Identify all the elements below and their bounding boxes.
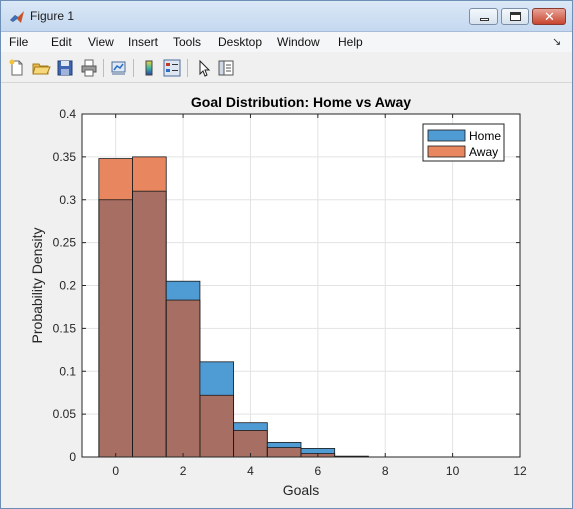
menu-window[interactable]: Window: [277, 35, 320, 49]
y-tick-label: 0.1: [59, 364, 76, 378]
title-bar[interactable]: Figure 1 ✕: [1, 1, 572, 32]
open-file-icon[interactable]: [31, 58, 51, 78]
x-tick-label: 4: [247, 464, 254, 478]
histogram-chart[interactable]: 0 2 4 6 8 10 12 0 0.05 0.1 0.15 0.2 0.25 0.3 0.35 0.4 Go…: [6, 85, 567, 504]
y-tick-label: 0: [69, 450, 76, 464]
y-tick-label: 0.15: [53, 321, 77, 335]
histogram-bar-overlap: [267, 447, 301, 457]
legend-swatch-home: [427, 129, 466, 142]
print-icon[interactable]: [79, 58, 99, 78]
menu-file[interactable]: File: [9, 35, 28, 49]
menu-edit[interactable]: Edit: [51, 35, 72, 49]
x-tick-label: 10: [446, 464, 460, 478]
x-tick-label: 8: [382, 464, 389, 478]
dock-figure-icon[interactable]: ↘: [552, 35, 561, 48]
legend-label-away: Away: [469, 145, 498, 159]
y-tick-label: 0.2: [59, 279, 76, 293]
insert-legend-icon[interactable]: [162, 58, 182, 78]
y-tick-label: 0.4: [59, 107, 76, 121]
y-tick-label: 0.05: [53, 407, 77, 421]
close-icon: ✕: [544, 9, 555, 24]
menu-insert[interactable]: Insert: [128, 35, 158, 49]
histogram-bar-home: [233, 422, 268, 431]
histogram-bar-away: [98, 158, 133, 200]
histogram-bar-home: [199, 361, 234, 396]
histogram-bar-home: [301, 448, 335, 454]
insert-colorbar-icon[interactable]: [139, 58, 159, 78]
maximize-button[interactable]: [501, 8, 529, 25]
edit-plot-icon[interactable]: [194, 58, 214, 78]
menu-bar: File Edit View Insert Tools Desktop Wind…: [1, 32, 572, 52]
menu-view[interactable]: View: [88, 35, 114, 49]
y-axis-label: Probability Density: [29, 228, 45, 344]
new-figure-icon[interactable]: [7, 58, 27, 78]
menu-help[interactable]: Help: [338, 35, 363, 49]
menu-tools[interactable]: Tools: [173, 35, 201, 49]
link-plot-icon[interactable]: [109, 58, 129, 78]
menu-desktop[interactable]: Desktop: [218, 35, 262, 49]
figure-canvas: 0 2 4 6 8 10 12 0 0.05 0.1 0.15 0.2 0.25 0.3 0.35 0.4 Go…: [6, 85, 567, 504]
histogram-bar-overlap: [98, 199, 133, 457]
x-tick-label: 2: [180, 464, 187, 478]
histogram-bar-home: [267, 442, 301, 448]
property-inspector-icon[interactable]: [216, 58, 236, 78]
minimize-button[interactable]: [469, 8, 498, 25]
maximize-icon: [510, 12, 521, 21]
matlab-icon: [10, 11, 24, 23]
save-icon[interactable]: [55, 58, 75, 78]
y-tick-label: 0.3: [59, 193, 76, 207]
legend-label-home: Home: [469, 129, 501, 143]
x-tick-label: 0: [112, 464, 119, 478]
histogram-bar-overlap: [166, 300, 200, 457]
x-tick-label: 6: [315, 464, 322, 478]
figure-window: Figure 1 ✕ File Edit View Insert Tools D…: [0, 0, 573, 509]
figure-toolbar: [1, 54, 572, 83]
legend-swatch-away: [427, 145, 466, 158]
histogram-bar-home: [166, 281, 200, 301]
histogram-bar-overlap: [199, 395, 234, 457]
window-title: Figure 1: [30, 9, 75, 23]
x-tick-label: 12: [513, 464, 527, 478]
y-tick-label: 0.35: [53, 150, 77, 164]
histogram-bar-overlap: [132, 191, 167, 458]
y-tick-label: 0.25: [53, 236, 77, 250]
histogram-bar-away: [132, 156, 167, 192]
close-button[interactable]: ✕: [532, 8, 566, 25]
x-axis-label: Goals: [283, 482, 320, 498]
chart-title: Goal Distribution: Home vs Away: [191, 94, 411, 110]
minimize-icon: [480, 18, 489, 21]
